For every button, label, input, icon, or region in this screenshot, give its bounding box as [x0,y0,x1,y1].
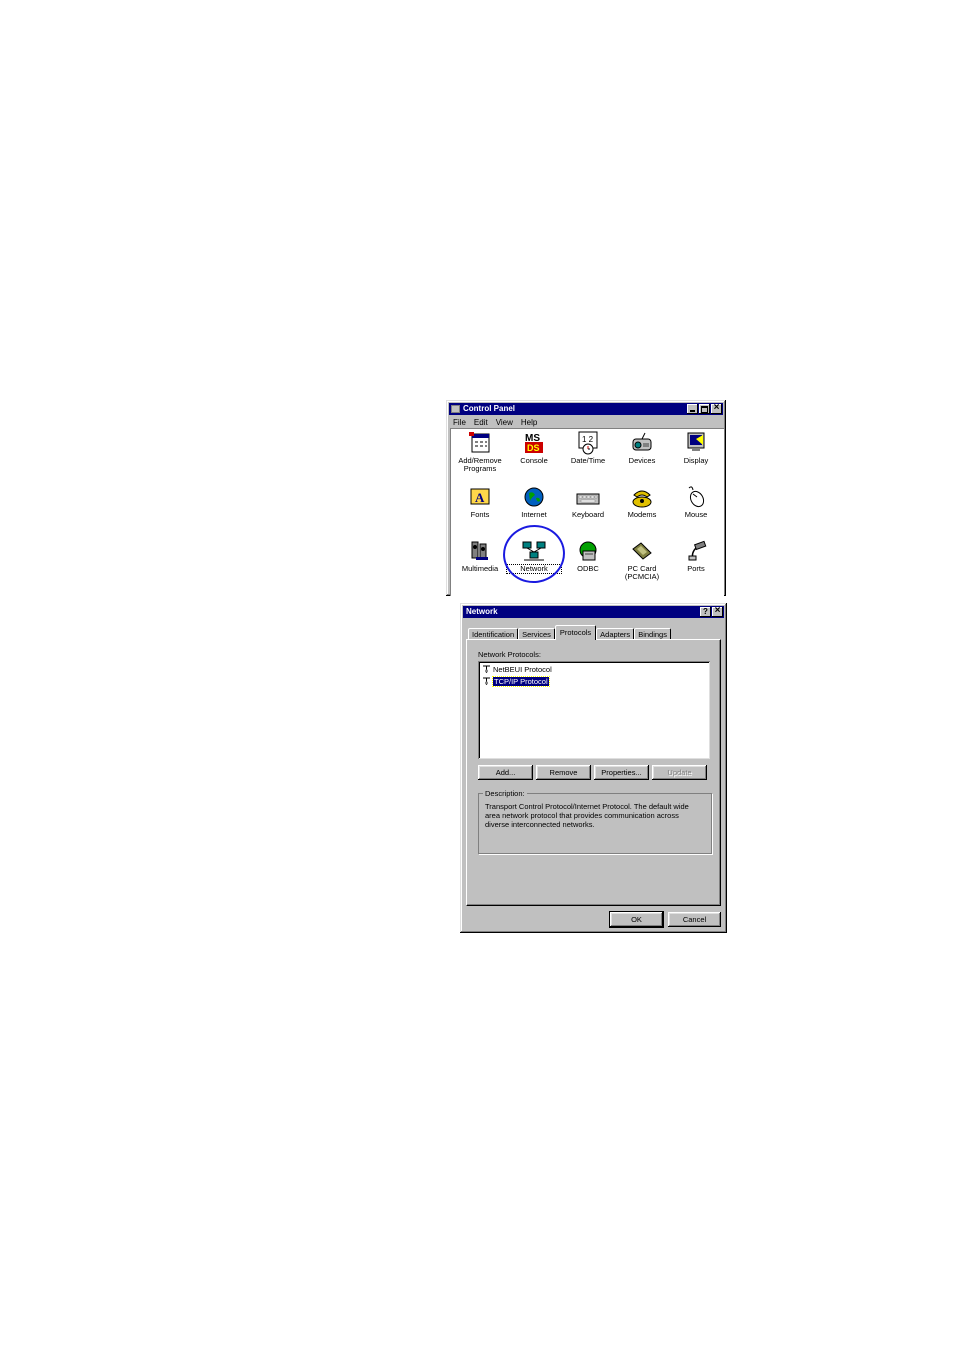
menu-bar: File Edit View Help [449,416,723,428]
protocol-list[interactable]: NetBEUI Protocol TCP/IP Protocol [478,661,710,759]
remove-button[interactable]: Remove [536,765,591,780]
cp-item-ports[interactable]: Ports [669,539,723,573]
ok-button[interactable]: OK [610,912,663,927]
cp-item-label: ODBC [577,564,599,573]
protocol-buttons: Add... Remove Properties... Update [478,765,710,780]
update-button[interactable]: Update [652,765,707,780]
cp-item-display[interactable]: Display [669,431,723,465]
close-button[interactable] [712,606,723,617]
cp-item-label: Fonts [470,510,490,519]
cancel-button[interactable]: Cancel [668,912,721,927]
help-button[interactable] [700,607,711,617]
display-monitor-icon [683,431,709,455]
svg-text:DS: DS [527,443,540,453]
network-titlebar[interactable]: Network [463,606,724,618]
cp-item-add-remove-programs[interactable]: Add/Remove Programs [453,431,507,473]
cp-item-multimedia[interactable]: Multimedia [453,539,507,573]
protocol-name: NetBEUI Protocol [493,664,552,674]
menu-help[interactable]: Help [521,418,537,427]
cp-item-console[interactable]: MS DS Console [507,431,561,465]
cp-item-label: Mouse [684,510,708,519]
protocol-icon [482,665,491,674]
maximize-button[interactable] [699,404,710,414]
cp-item-label: Ports [687,564,705,573]
network-protocols-label: Network Protocols: [478,650,541,659]
svg-text:A: A [475,490,485,505]
ports-plug-icon [683,539,709,563]
cp-item-pc-card[interactable]: PC Card (PCMCIA) [615,539,669,581]
close-button[interactable] [711,403,722,414]
cp-item-internet[interactable]: Internet [507,485,561,519]
menu-view[interactable]: View [496,418,513,427]
cp-item-devices[interactable]: Devices [615,431,669,465]
keyboard-icon [575,485,601,509]
cp-item-label: Keyboard [571,510,605,519]
modem-phone-icon [629,485,655,509]
mouse-icon [683,485,709,509]
description-label: Description: [483,789,527,798]
cp-item-label: Add/Remove Programs [458,456,502,473]
multimedia-icon [467,539,493,563]
svg-text:1 2: 1 2 [582,435,594,444]
control-panel-icon-area: Add/Remove Programs MS DS Console 1 2 Dat… [450,428,724,596]
cp-item-label: Devices [628,456,656,465]
cp-item-label: Multimedia [461,564,499,573]
calendar-clock-icon: 1 2 [575,431,601,455]
pc-card-icon [629,539,655,563]
network-dialog: Network Identification Services Protocol… [460,603,727,933]
list-item[interactable]: TCP/IP Protocol [482,675,550,687]
description-text: Transport Control Protocol/Internet Prot… [485,802,689,829]
menu-file[interactable]: File [453,418,466,427]
add-button[interactable]: Add... [478,765,533,780]
protocols-panel: Network Protocols: NetBEUI Protocol TCP/… [466,639,721,906]
window-title: Control Panel [463,404,516,413]
description-group: Description: Transport Control Protocol/… [478,789,712,854]
protocol-name: TCP/IP Protocol [492,675,550,687]
fonts-folder-icon: A [467,485,493,509]
tab-strip: Identification Services Protocols Adapte… [468,625,671,640]
ms-dos-console-icon: MS DS [521,431,547,455]
cp-item-mouse[interactable]: Mouse [669,485,723,519]
cp-item-label: Console [520,456,548,465]
cp-item-modems[interactable]: Modems [615,485,669,519]
devices-icon [629,431,655,455]
cp-item-label: Display [683,456,709,465]
cp-item-label: Internet [521,510,547,519]
dialog-title: Network [466,607,498,616]
globe-internet-icon [521,485,547,509]
odbc-database-icon [575,539,601,563]
cp-item-label: Date/Time [570,456,606,465]
list-item[interactable]: NetBEUI Protocol [482,664,552,674]
cp-item-keyboard[interactable]: Keyboard [561,485,615,519]
cp-item-label: PC Card (PCMCIA) [624,564,660,581]
dialog-footer: OK Cancel [610,912,721,927]
properties-button[interactable]: Properties... [594,765,649,780]
add-remove-programs-icon [467,431,493,455]
tab-protocols[interactable]: Protocols [554,625,597,640]
protocol-icon [482,677,491,686]
cp-item-fonts[interactable]: A Fonts [453,485,507,519]
cp-item-date-time[interactable]: 1 2 Date/Time [561,431,615,465]
control-panel-window: Control Panel File Edit View Help Add/Re… [446,400,726,596]
control-panel-icon [451,405,460,413]
minimize-button[interactable] [687,404,698,414]
cp-item-odbc[interactable]: ODBC [561,539,615,573]
menu-edit[interactable]: Edit [474,418,488,427]
control-panel-titlebar[interactable]: Control Panel [449,403,723,415]
cp-item-label: Modems [627,510,657,519]
